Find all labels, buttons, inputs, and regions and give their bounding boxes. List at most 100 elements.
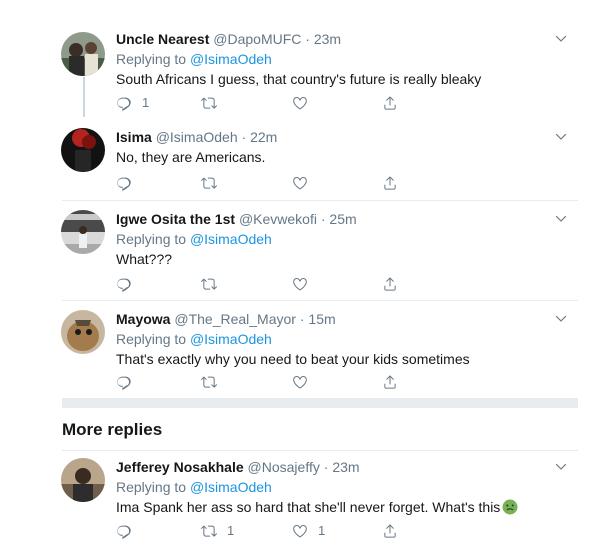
share-button[interactable] bbox=[382, 275, 398, 293]
reply-button[interactable]: 1 bbox=[116, 94, 149, 112]
like-button[interactable]: 1 bbox=[292, 522, 325, 540]
timestamp[interactable]: 22m bbox=[250, 129, 277, 145]
replying-to-prefix: Replying to bbox=[116, 331, 187, 347]
tweet[interactable]: Igwe Osita the 1st @Kevwekofi · 25m Repl… bbox=[61, 210, 578, 294]
timestamp[interactable]: 25m bbox=[329, 211, 356, 227]
user-handle[interactable]: @The_Real_Mayor bbox=[174, 311, 296, 327]
tweet-actions bbox=[116, 275, 406, 293]
section-separator bbox=[62, 398, 578, 408]
like-icon bbox=[292, 175, 308, 191]
retweet-count: 1 bbox=[227, 523, 235, 538]
share-button[interactable] bbox=[382, 94, 398, 112]
timestamp[interactable]: 23m bbox=[332, 459, 359, 475]
retweet-button[interactable] bbox=[201, 94, 227, 112]
like-icon bbox=[292, 374, 308, 390]
avatar[interactable] bbox=[61, 458, 105, 502]
tweet[interactable]: Isima @IsimaOdeh · 22m No, they are Amer… bbox=[61, 128, 578, 192]
avatar[interactable] bbox=[61, 310, 105, 354]
replying-to-link[interactable]: @IsimaOdeh bbox=[190, 231, 272, 247]
chevron-down-icon[interactable] bbox=[554, 32, 568, 46]
separator-dot: · bbox=[299, 311, 305, 327]
tweet-divider bbox=[62, 450, 578, 451]
share-icon bbox=[382, 95, 398, 111]
replying-to: Replying to @IsimaOdeh bbox=[116, 478, 578, 496]
tweet-text: No, they are Americans. bbox=[116, 149, 266, 165]
user-handle[interactable]: @DapoMUFC bbox=[213, 31, 301, 47]
share-button[interactable] bbox=[382, 373, 398, 391]
more-replies-heading: More replies bbox=[62, 420, 163, 439]
timestamp[interactable]: 23m bbox=[314, 31, 341, 47]
display-name[interactable]: Igwe Osita the 1st bbox=[116, 211, 235, 227]
reply-count: 1 bbox=[142, 95, 150, 110]
like-icon bbox=[292, 95, 308, 111]
retweet-button[interactable] bbox=[201, 174, 227, 192]
separator-dot: · bbox=[241, 129, 247, 145]
tweet[interactable]: Jefferey Nosakhale @Nosajeffy · 23m Repl… bbox=[61, 458, 578, 548]
tweet-actions bbox=[116, 174, 406, 192]
avatar[interactable] bbox=[61, 32, 105, 76]
like-button[interactable] bbox=[292, 94, 318, 112]
replying-to: Replying to @IsimaOdeh bbox=[116, 230, 578, 248]
share-icon bbox=[382, 276, 398, 292]
user-handle[interactable]: @IsimaOdeh bbox=[156, 129, 238, 145]
chevron-down-icon[interactable] bbox=[554, 212, 568, 226]
retweet-button[interactable] bbox=[201, 275, 227, 293]
tweet-text: That's exactly why you need to beat your… bbox=[116, 351, 470, 367]
like-button[interactable] bbox=[292, 373, 318, 391]
nauseated-face-emoji bbox=[502, 499, 518, 515]
tweet-actions bbox=[116, 373, 406, 391]
reply-icon bbox=[116, 374, 132, 390]
retweet-icon bbox=[201, 523, 217, 539]
tweet-divider bbox=[62, 300, 578, 301]
share-icon bbox=[382, 523, 398, 539]
replying-to-link[interactable]: @IsimaOdeh bbox=[190, 479, 272, 495]
chevron-down-icon[interactable] bbox=[554, 312, 568, 326]
share-button[interactable] bbox=[382, 174, 398, 192]
display-name[interactable]: Uncle Nearest bbox=[116, 31, 209, 47]
avatar[interactable] bbox=[61, 128, 105, 172]
share-icon bbox=[382, 175, 398, 191]
reply-button[interactable] bbox=[116, 373, 142, 391]
retweet-icon bbox=[201, 95, 217, 111]
retweet-icon bbox=[201, 374, 217, 390]
replying-to-prefix: Replying to bbox=[116, 51, 187, 67]
avatar[interactable] bbox=[61, 210, 105, 254]
share-button[interactable] bbox=[382, 522, 398, 540]
like-icon bbox=[292, 523, 308, 539]
reply-button[interactable] bbox=[116, 522, 142, 540]
reply-icon bbox=[116, 95, 132, 111]
like-button[interactable] bbox=[292, 174, 318, 192]
chevron-down-icon[interactable] bbox=[554, 460, 568, 474]
tweet-text: Ima Spank her ass so hard that she'll ne… bbox=[116, 499, 501, 515]
tweet[interactable]: Uncle Nearest @DapoMUFC · 23m Replying t… bbox=[61, 30, 578, 118]
tweet-text: What??? bbox=[116, 251, 173, 267]
separator-dot: · bbox=[305, 31, 310, 47]
tweet-actions: 1 bbox=[116, 94, 406, 112]
timestamp[interactable]: 15m bbox=[308, 311, 335, 327]
share-icon bbox=[382, 374, 398, 390]
replying-to-link[interactable]: @IsimaOdeh bbox=[190, 331, 272, 347]
reply-icon bbox=[116, 523, 132, 539]
reply-button[interactable] bbox=[116, 275, 142, 293]
like-button[interactable] bbox=[292, 275, 318, 293]
tweet[interactable]: Mayowa @The_Real_Mayor · 15m Replying to… bbox=[61, 310, 578, 392]
retweet-icon bbox=[201, 276, 217, 292]
display-name[interactable]: Jefferey Nosakhale bbox=[116, 459, 244, 475]
display-name[interactable]: Mayowa bbox=[116, 311, 170, 327]
reply-icon bbox=[116, 276, 132, 292]
retweet-button[interactable]: 1 bbox=[201, 522, 234, 540]
chevron-down-icon[interactable] bbox=[554, 130, 568, 144]
user-handle[interactable]: @Kevwekofi bbox=[239, 211, 317, 227]
user-handle[interactable]: @Nosajeffy bbox=[248, 459, 320, 475]
retweet-button[interactable] bbox=[201, 373, 227, 391]
replying-to-prefix: Replying to bbox=[116, 479, 187, 495]
replying-to: Replying to @IsimaOdeh bbox=[116, 50, 578, 68]
reply-button[interactable] bbox=[116, 174, 142, 192]
replying-to-prefix: Replying to bbox=[116, 231, 187, 247]
replying-to-link[interactable]: @IsimaOdeh bbox=[190, 51, 272, 67]
replying-to: Replying to @IsimaOdeh bbox=[116, 330, 578, 348]
like-count: 1 bbox=[318, 523, 326, 538]
tweet-actions: 1 1 bbox=[116, 522, 406, 540]
display-name[interactable]: Isima bbox=[116, 129, 152, 145]
tweet-divider bbox=[62, 200, 578, 201]
